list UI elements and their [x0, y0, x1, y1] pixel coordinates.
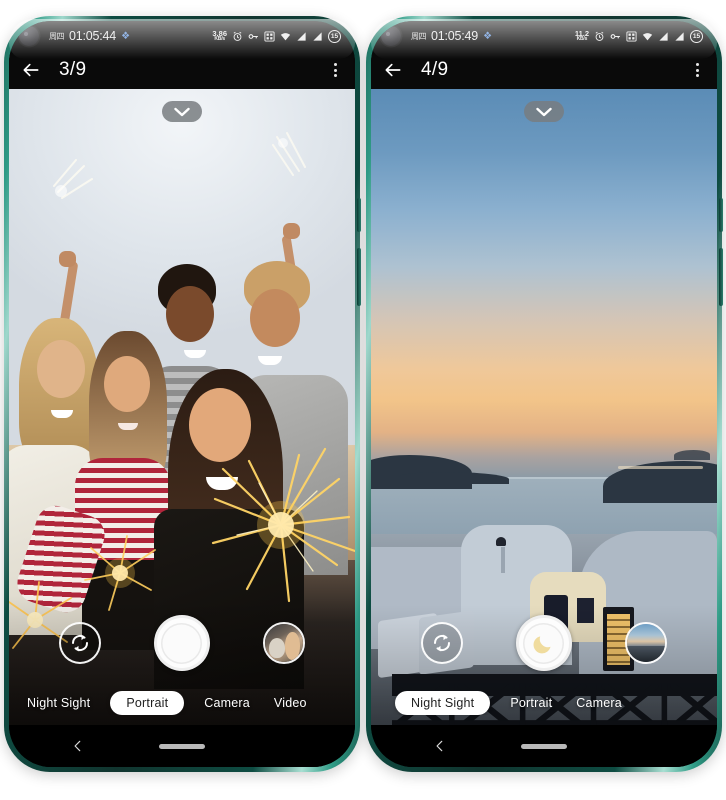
last-photo-thumbnail[interactable] [262, 622, 305, 664]
mode-night-sight[interactable]: Night Sight [23, 691, 94, 715]
thumbnail-image [264, 624, 303, 662]
person-smile [183, 349, 206, 358]
status-bar-right-group: 11.2 KB/s 15 [575, 29, 703, 43]
home-pill[interactable] [521, 743, 567, 749]
network-speed-unit: KB/s [576, 36, 588, 43]
camera-flip-glyph [434, 634, 451, 652]
network-speed-indicator: 11.2 KB/s [575, 30, 589, 43]
wifi-icon [642, 32, 653, 40]
network-speed-unit: KB/s [214, 36, 225, 43]
volume-button-left[interactable] [357, 248, 361, 306]
camera-flip-glyph [72, 634, 89, 652]
arrow-left-icon[interactable] [383, 60, 403, 80]
phone-screen-left: 周四 01:05:44 ❖ 3.86 KB/s 15 3/9 Night Sig… [9, 21, 355, 767]
mode-night-sight[interactable]: Night Sight [395, 691, 491, 715]
network-speed-indicator: 3.86 KB/s [212, 30, 227, 43]
shutter-button[interactable] [515, 615, 572, 671]
island-far-right [674, 450, 711, 461]
app-bar-right: 4/9 [371, 51, 717, 89]
signal-icon [675, 31, 684, 41]
system-nav-bar-right [371, 725, 717, 767]
phone-screen-right: 周四 01:05:49 ❖ 11.2 KB/s 15 4/9 Night Sig… [371, 21, 717, 767]
system-nav-bar-left [9, 725, 355, 767]
mode-portrait[interactable]: Portrait [110, 691, 185, 715]
volume-button-right[interactable] [719, 248, 723, 306]
camera-flip-icon[interactable] [59, 622, 102, 664]
camera-flip-icon[interactable] [421, 622, 464, 664]
phone-device-right: 周四 01:05:49 ❖ 11.2 KB/s 15 4/9 Night Sig… [366, 16, 723, 772]
mode-portrait[interactable]: Portrait [506, 691, 556, 715]
kebab-menu-icon[interactable] [692, 59, 703, 81]
camera-viewfinder-right[interactable]: Night Sight Portrait Camera [371, 89, 717, 725]
island-left-spit [398, 471, 509, 484]
status-bar-left-group: 周四 01:05:44 ❖ [49, 29, 130, 43]
power-button-left[interactable] [357, 198, 361, 232]
chevron-down-icon[interactable] [524, 101, 564, 122]
screenshot-stage: 周四 01:05:44 ❖ 3.86 KB/s 15 3/9 Night Sig… [0, 0, 726, 800]
status-day-label: 周四 [411, 31, 427, 41]
mode-video[interactable]: Video [270, 691, 311, 715]
battery-indicator: 15 [328, 29, 341, 43]
page-counter: 4/9 [421, 59, 449, 80]
wifi-icon [280, 32, 291, 40]
village-lights [618, 466, 704, 470]
qr-scan-icon [264, 30, 275, 42]
chimney-stack [500, 546, 505, 573]
chimney-cap [495, 537, 506, 547]
shutter-inner-ring [523, 622, 565, 664]
chevron-down-glyph [174, 107, 190, 116]
vpn-key-icon [248, 33, 258, 39]
arrow-left-icon[interactable] [21, 60, 41, 80]
front-camera-punchhole [19, 26, 39, 46]
last-photo-thumbnail[interactable] [624, 622, 667, 664]
status-clock: 01:05:49 [431, 29, 479, 43]
status-day-label: 周四 [49, 31, 65, 41]
chevron-left-icon[interactable] [71, 739, 85, 753]
home-pill[interactable] [159, 743, 205, 749]
camera-controls-right [371, 615, 717, 671]
phone-device-left: 周四 01:05:44 ❖ 3.86 KB/s 15 3/9 Night Sig… [4, 16, 361, 772]
mode-camera[interactable]: Camera [200, 691, 254, 715]
status-bar-right-group: 3.86 KB/s 15 [212, 29, 341, 43]
hand [59, 251, 77, 268]
person-face [104, 356, 151, 413]
chevron-left-icon[interactable] [433, 739, 447, 753]
person-face [249, 289, 300, 348]
person-face [36, 340, 85, 399]
shutter-inner-ring [161, 622, 203, 664]
camera-controls-left [9, 615, 355, 671]
app-bar-left: 3/9 [9, 51, 355, 89]
qr-scan-icon [626, 30, 637, 42]
vpn-key-icon [610, 33, 620, 39]
status-bar-left: 周四 01:05:44 ❖ 3.86 KB/s 15 [9, 21, 355, 51]
page-counter: 3/9 [59, 59, 87, 80]
status-bar-right: 周四 01:05:49 ❖ 11.2 KB/s 15 [371, 21, 717, 51]
thumbnail-image [626, 624, 665, 662]
alarm-icon [595, 31, 604, 41]
mode-camera[interactable]: Camera [572, 691, 626, 715]
chevron-down-glyph [536, 107, 552, 116]
camera-mode-bar-left: Night Sight Portrait Camera Video [9, 691, 355, 715]
signal-icon [659, 31, 668, 41]
alarm-icon [233, 31, 242, 41]
battery-indicator: 15 [690, 29, 703, 43]
shutter-button[interactable] [153, 615, 210, 671]
status-clock: 01:05:44 [69, 29, 117, 43]
status-bar-left-group: 周四 01:05:49 ❖ [411, 29, 492, 43]
person-face [188, 387, 251, 462]
bluetooth-share-icon: ❖ [483, 30, 493, 42]
signal-icon [313, 31, 322, 41]
power-button-right[interactable] [719, 198, 723, 232]
front-camera-punchhole [381, 26, 401, 46]
moon-icon [533, 636, 551, 654]
chevron-down-icon[interactable] [162, 101, 202, 122]
signal-icon [297, 31, 306, 41]
bluetooth-share-icon: ❖ [121, 30, 131, 42]
camera-mode-bar-right: Night Sight Portrait Camera [371, 691, 717, 715]
kebab-menu-icon[interactable] [330, 59, 341, 81]
hand [282, 222, 300, 239]
camera-viewfinder-left[interactable]: Night Sight Portrait Camera Video [9, 89, 355, 725]
